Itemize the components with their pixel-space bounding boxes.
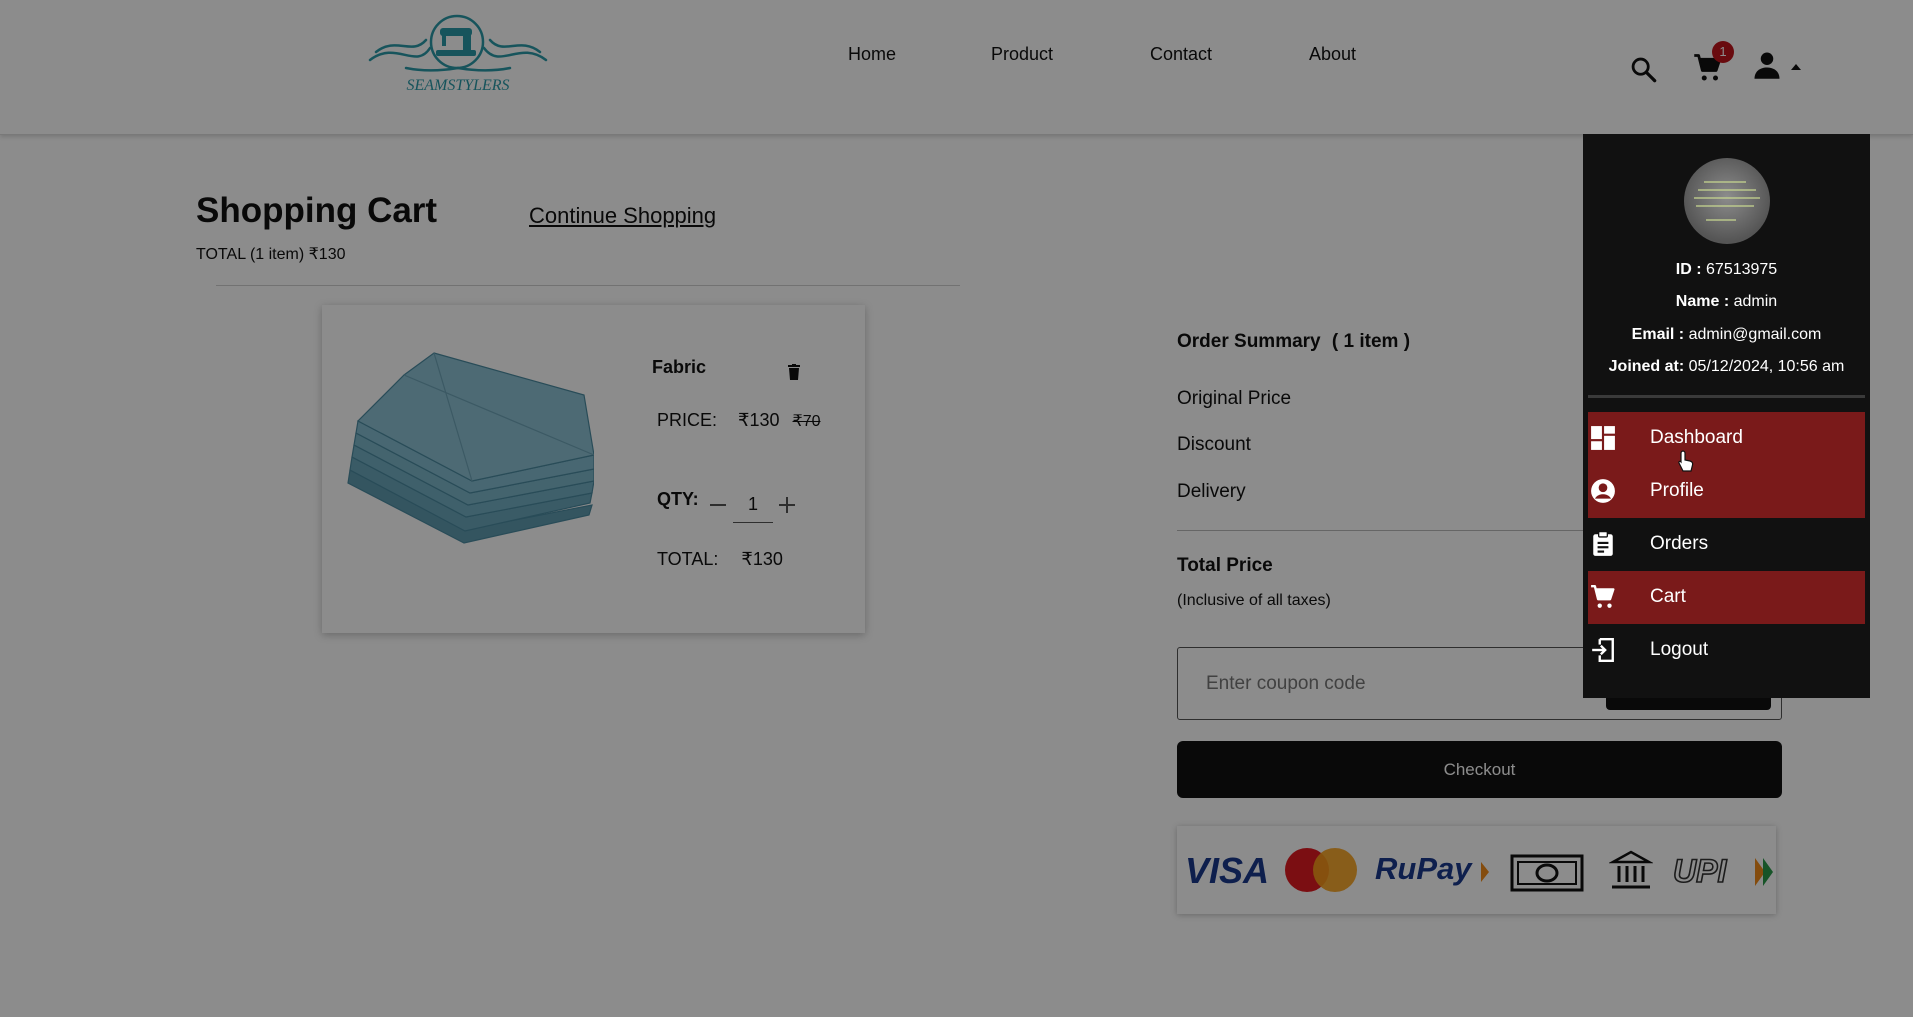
profile-joined: Joined at: 05/12/2024, 10:56 am xyxy=(1608,358,1845,375)
menu-item-orders[interactable]: Orders xyxy=(1588,518,1865,571)
menu-label-dashboard: Dashboard xyxy=(1650,427,1743,448)
menu-label-logout: Logout xyxy=(1650,639,1709,660)
menu-item-cart[interactable]: Cart xyxy=(1588,571,1865,624)
logout-icon xyxy=(1590,637,1616,663)
pointer-cursor-icon xyxy=(1678,450,1694,477)
profile-email: Email : admin@gmail.com xyxy=(1631,326,1822,343)
menu-item-dashboard[interactable]: Dashboard xyxy=(1588,412,1865,465)
dashboard-icon xyxy=(1590,425,1616,451)
profile-dropdown: ID : 67513975 Name : admin Email : admin… xyxy=(1583,134,1870,698)
avatar xyxy=(1684,158,1770,244)
profile-id: ID : 67513975 xyxy=(1675,261,1778,278)
menu-item-logout[interactable]: Logout xyxy=(1588,624,1865,677)
menu-item-profile[interactable]: Profile xyxy=(1588,465,1865,518)
menu-label-orders: Orders xyxy=(1650,533,1709,554)
cart-icon xyxy=(1590,584,1616,610)
profile-name: Name : admin xyxy=(1675,293,1778,310)
divider xyxy=(1588,395,1865,398)
menu-label-profile: Profile xyxy=(1650,480,1704,501)
clipboard-icon xyxy=(1590,530,1616,557)
account-circle-icon xyxy=(1590,478,1616,504)
menu-label-cart: Cart xyxy=(1650,586,1686,607)
